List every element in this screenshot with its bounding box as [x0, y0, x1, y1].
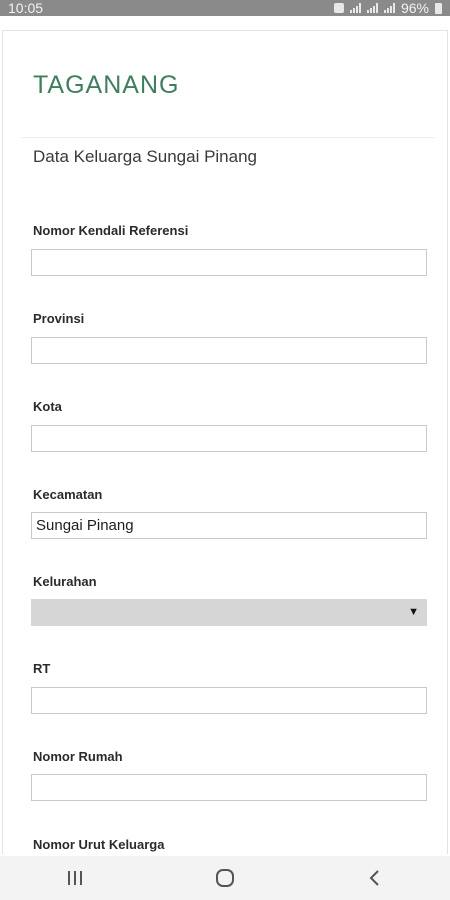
recent-apps-icon	[68, 871, 82, 885]
field-label-nomor-kendali: Nomor Kendali Referensi	[33, 223, 189, 238]
status-icons: 96%	[333, 0, 442, 16]
field-label-nomor-rumah: Nomor Rumah	[33, 749, 123, 764]
home-icon	[216, 869, 234, 887]
back-button[interactable]	[345, 856, 405, 900]
field-label-provinsi: Provinsi	[33, 311, 85, 326]
battery-percent: 96%	[400, 0, 429, 16]
form-subtitle: Data Keluarga Sungai Pinang	[33, 147, 257, 166]
back-icon	[369, 870, 379, 886]
kota-input[interactable]	[31, 425, 427, 452]
nomor-rumah-input[interactable]	[31, 774, 427, 801]
divider	[21, 137, 435, 138]
rt-input[interactable]	[31, 687, 427, 714]
status-bar: 10:05 96%	[0, 0, 450, 16]
app-title: TAGANANG	[33, 71, 180, 99]
field-label-kota: Kota	[33, 399, 62, 414]
wifi-icon	[366, 3, 378, 13]
signal-icon	[383, 3, 395, 13]
nomor-kendali-input[interactable]	[31, 249, 427, 276]
kecamatan-input[interactable]	[31, 512, 427, 539]
battery-icon	[435, 2, 442, 14]
field-label-nomor-urut-keluarga: Nomor Urut Keluarga	[33, 837, 165, 852]
status-time: 10:05	[8, 0, 44, 16]
notification-icon	[333, 3, 344, 13]
kelurahan-select[interactable]: ▼	[31, 599, 427, 626]
home-button[interactable]	[195, 856, 255, 900]
field-label-kelurahan: Kelurahan	[33, 574, 97, 589]
field-label-kecamatan: Kecamatan	[33, 487, 103, 502]
form-card: TAGANANG Data Keluarga Sungai Pinang Nom…	[2, 30, 448, 854]
signal-icon	[349, 3, 361, 13]
navigation-bar	[0, 856, 450, 900]
dropdown-arrow-icon: ▼	[408, 606, 419, 618]
provinsi-input[interactable]	[31, 337, 427, 364]
recent-apps-button[interactable]	[45, 856, 105, 900]
field-label-rt: RT	[33, 661, 51, 676]
